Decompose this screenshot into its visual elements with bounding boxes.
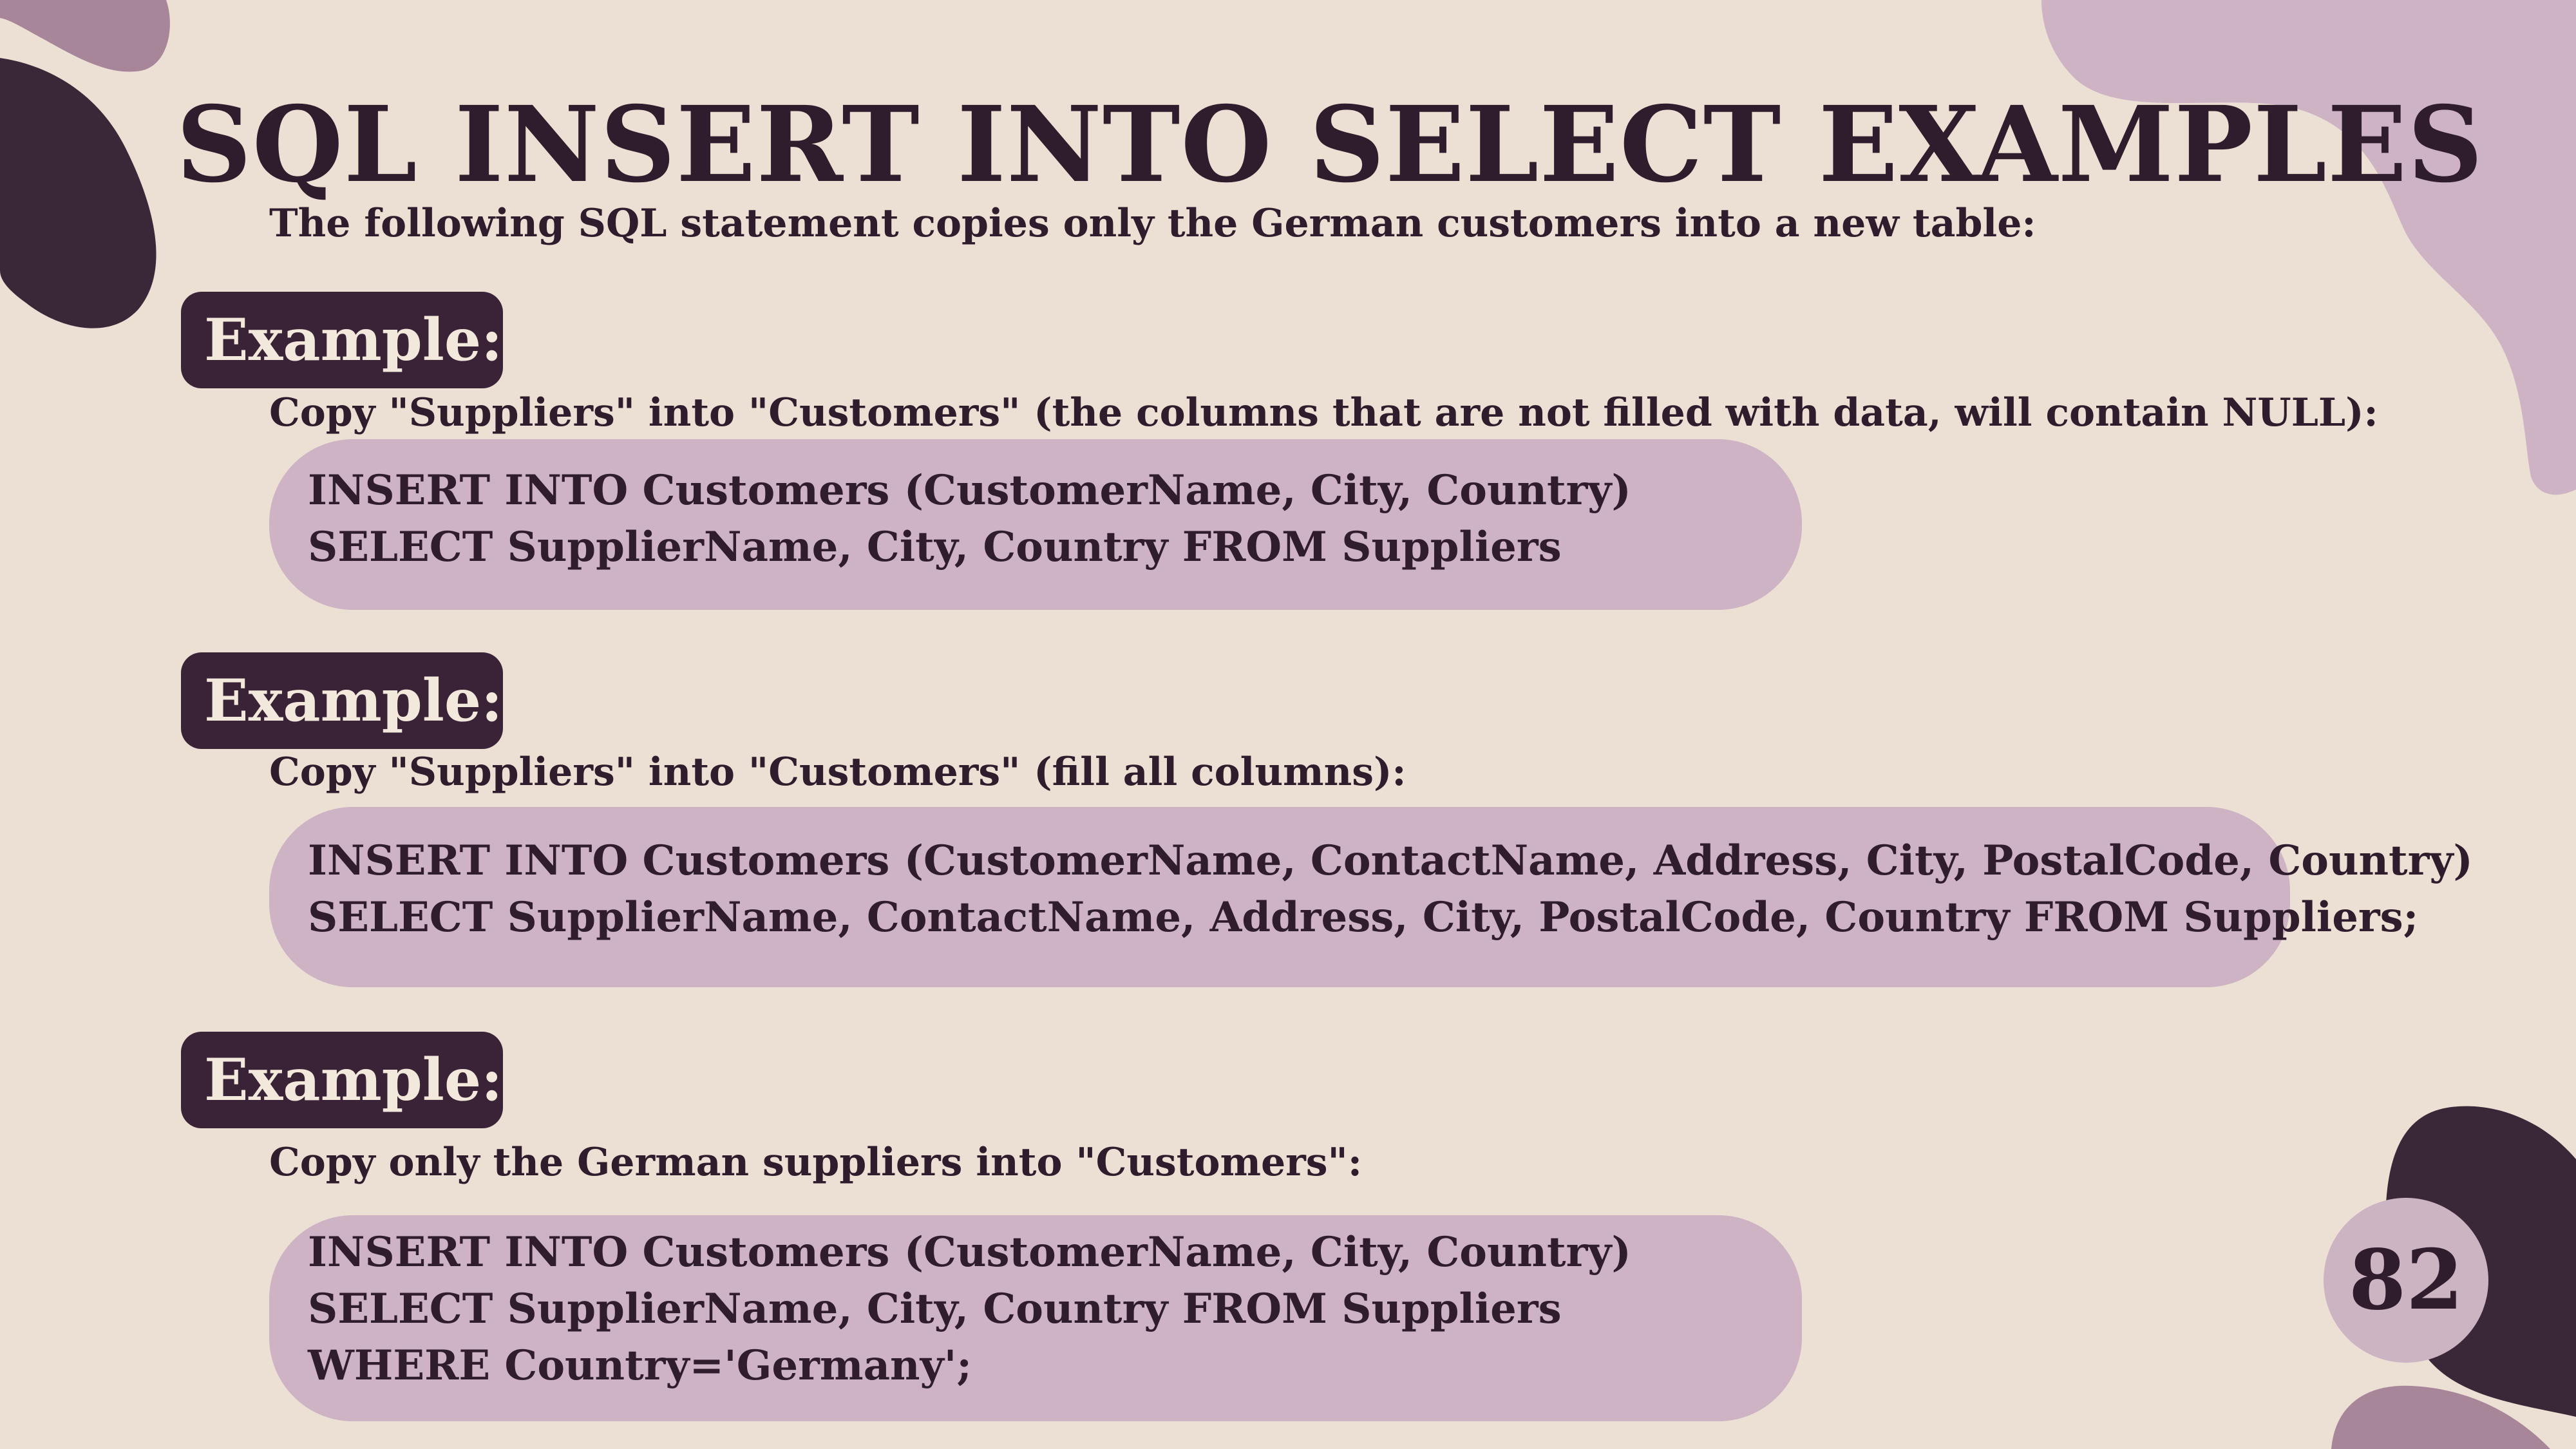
example-label: Example: [181, 292, 503, 388]
code-line: SELECT SupplierName, ContactName, Addres… [308, 893, 2419, 942]
code-block: INSERT INTO Customers (CustomerName, Con… [269, 807, 2473, 987]
code-block: INSERT INTO Customers (CustomerName, Cit… [269, 439, 1802, 610]
decorative-blob-bottom-right-light [2331, 1385, 2550, 1449]
example-label: Example: [181, 1032, 503, 1128]
code-line: INSERT INTO Customers (CustomerName, Cit… [308, 1228, 1631, 1276]
code-block: INSERT INTO Customers (CustomerName, Cit… [269, 1215, 1802, 1421]
code-line: SELECT SupplierName, City, Country FROM … [308, 523, 1562, 571]
code-line: SELECT SupplierName, City, Country FROM … [308, 1285, 1562, 1333]
code-line: INSERT INTO Customers (CustomerName, Cit… [308, 466, 1631, 515]
example-description: Copy only the German suppliers into "Cus… [269, 1140, 1362, 1185]
example-description: Copy "Suppliers" into "Customers" (fill … [269, 750, 1406, 795]
intro-text: The following SQL statement copies only … [269, 201, 2036, 246]
code-line: INSERT INTO Customers (CustomerName, Con… [308, 837, 2473, 885]
code-line: WHERE Country='Germany'; [308, 1341, 972, 1390]
example-label: Example: [181, 652, 503, 749]
page-title: SQL INSERT INTO SELECT EXAMPLES [176, 84, 2484, 206]
example-description: Copy "Suppliers" into "Customers" (the c… [269, 390, 2378, 435]
page-number-badge: 82 [2324, 1198, 2488, 1363]
